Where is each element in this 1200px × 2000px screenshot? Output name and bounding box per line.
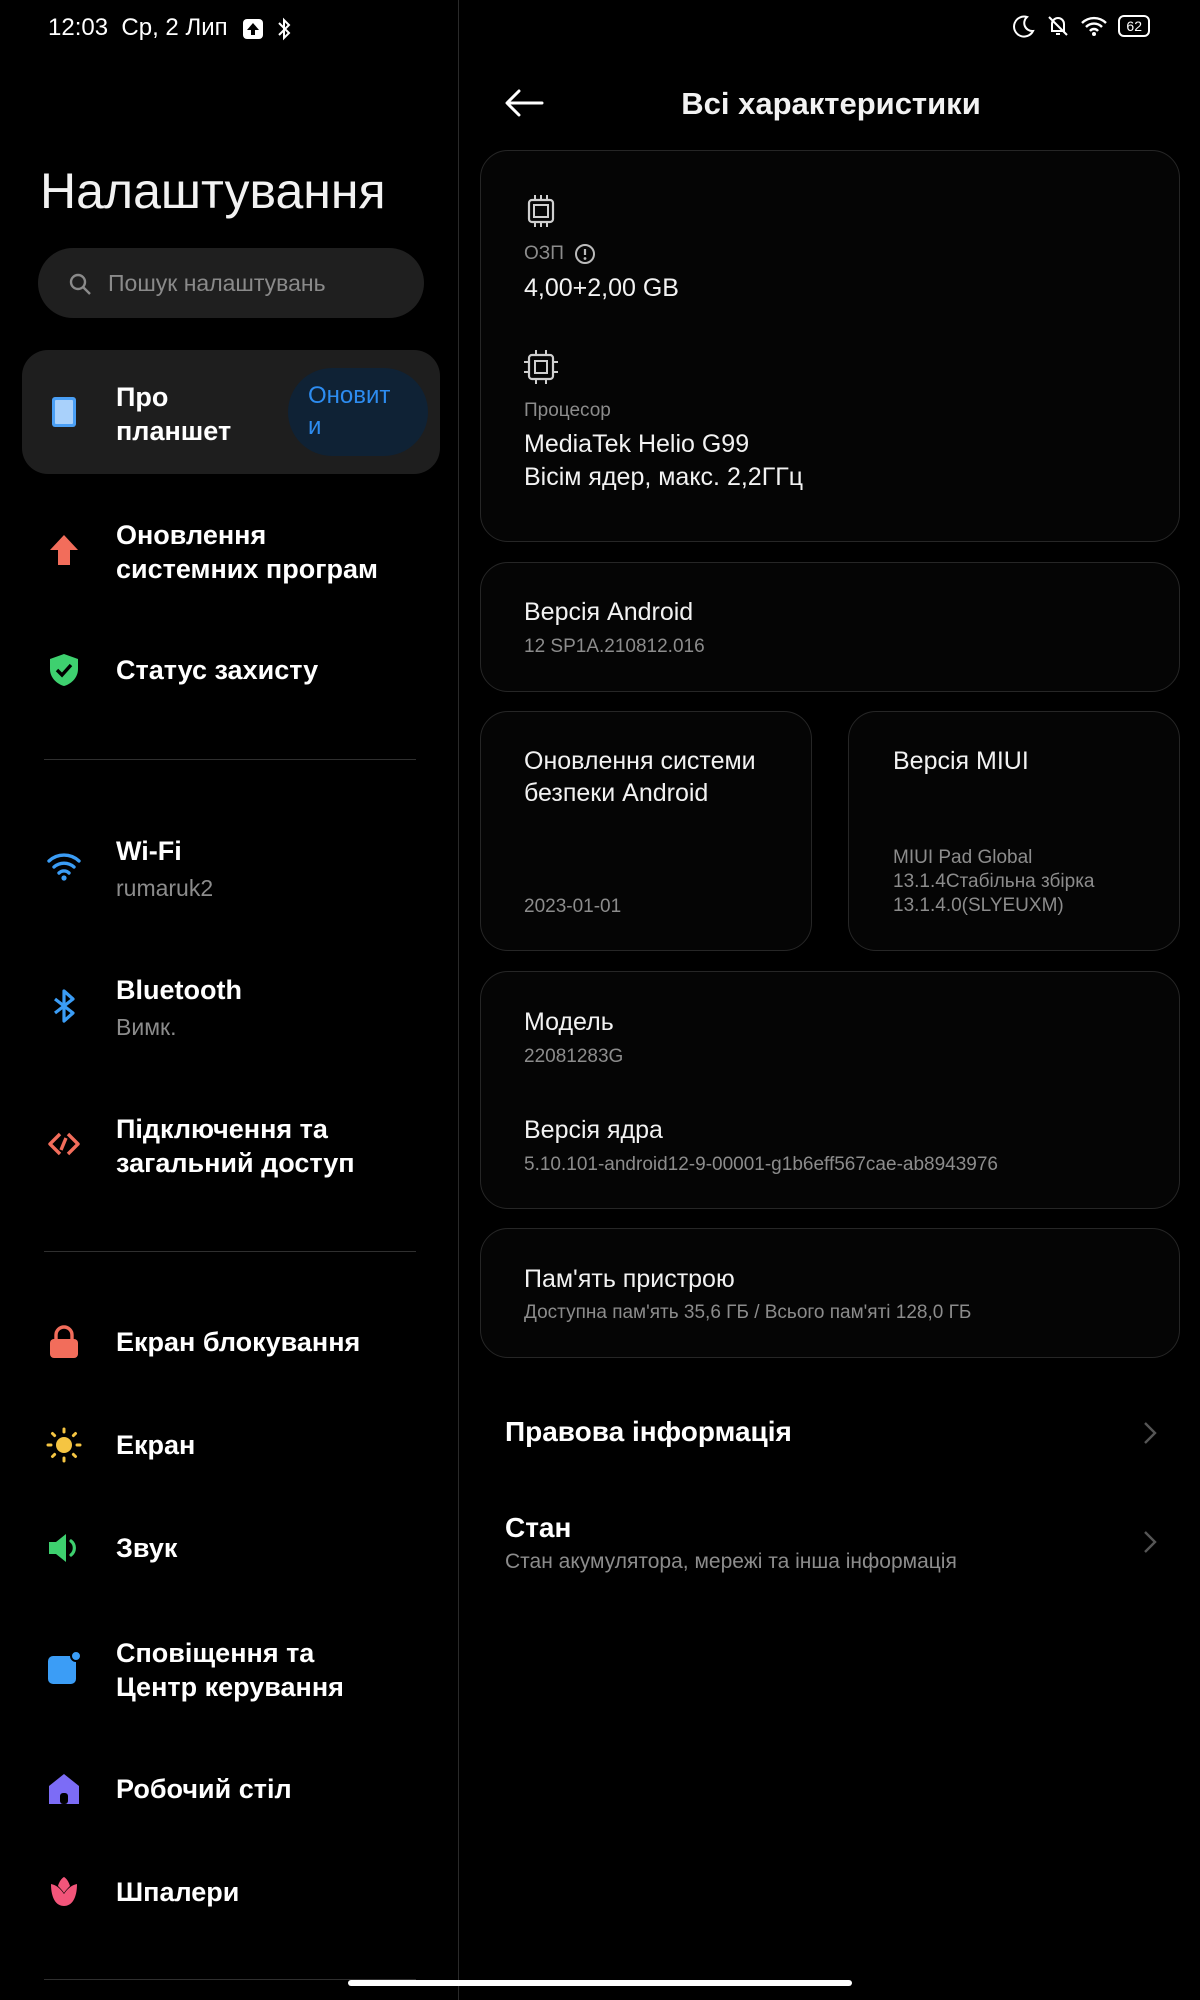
sidebar-item-display[interactable]: Екран: [116, 1428, 195, 1462]
speaker-icon: [49, 1534, 76, 1562]
status-date: Ср, 2 Лип: [121, 14, 228, 41]
sidebar-item-connection-sharing[interactable]: Підключення та загальний доступ: [116, 1112, 355, 1180]
sidebar-item-notifications[interactable]: Сповіщення та Центр керування: [116, 1636, 344, 1704]
sun-icon: [46, 1427, 82, 1463]
settings-title: Налаштування: [40, 163, 386, 219]
tulip-icon: [51, 1877, 77, 1906]
shield-check-icon: [50, 654, 78, 686]
bluetooth-icon: [54, 989, 75, 1023]
miui-version-value: MIUI Pad Global 13.1.4Стабільна збірка 1…: [893, 847, 1095, 916]
wifi-icon: [47, 853, 81, 881]
state-label: Стан: [505, 1512, 572, 1543]
sidebar-item-wifi[interactable]: Wi-Fi: [116, 834, 182, 868]
model-label: Модель: [524, 1008, 614, 1036]
ram-value: 4,00+2,00 GB: [524, 274, 679, 302]
divider: [44, 1251, 416, 1252]
dnd-moon-icon: [1013, 15, 1036, 38]
gesture-bar[interactable]: [348, 1980, 852, 1986]
bluetooth-status: Вимк.: [116, 1014, 177, 1040]
bluetooth-status-icon: [278, 17, 291, 41]
bell-off-icon: [1048, 16, 1069, 36]
sidebar-item-bluetooth[interactable]: Bluetooth: [116, 973, 242, 1007]
sidebar-item-app-updates[interactable]: Оновлення системних програм: [116, 518, 378, 586]
home-icon: [49, 1774, 79, 1804]
kernel-value: 5.10.101-android12-9-00001-g1b6eff567cae…: [524, 1154, 998, 1175]
sidebar-item-lock-screen[interactable]: Екран блокування: [116, 1325, 360, 1359]
kernel-label: Версія ядра: [524, 1116, 663, 1144]
tablet-icon: [52, 397, 76, 427]
update-badge[interactable]: Оновит и: [288, 368, 428, 456]
battery-indicator: 62: [1118, 15, 1150, 37]
chevron-right-icon: [1144, 1422, 1157, 1444]
cpu-label: Процесор: [524, 400, 611, 421]
legal-info-label: Правова інформація: [505, 1416, 792, 1447]
share-icon: [48, 1132, 80, 1156]
sidebar-item-home-screen[interactable]: Робочий стіл: [116, 1772, 292, 1806]
storage-label: Пам'ять пристрою: [524, 1265, 735, 1293]
notification-icon: [48, 1650, 82, 1684]
status-time: 12:03 Ср, 2 Лип: [48, 14, 228, 41]
info-icon[interactable]: [574, 243, 596, 265]
divider: [44, 759, 416, 760]
cpu-model: MediaTek Helio G99: [524, 430, 750, 458]
upload-icon: [243, 19, 263, 39]
sidebar-item-sound[interactable]: Звук: [116, 1531, 177, 1565]
search-placeholder: Пошук налаштувань: [108, 270, 326, 296]
ram-chip-icon: [527, 195, 555, 227]
state-row[interactable]: [480, 1494, 1180, 1590]
update-arrow-icon: [50, 535, 78, 565]
android-version-value: 12 SP1A.210812.016: [524, 636, 705, 657]
pane-divider: [458, 0, 459, 2000]
miui-version-label: Версія MIUI: [893, 747, 1029, 775]
security-update-label: Оновлення системи безпеки Android: [524, 747, 756, 807]
storage-value: Доступна пам'ять 35,6 ГБ / Всього пам'ят…: [524, 1302, 972, 1323]
page-title: Всі характеристики: [681, 86, 981, 121]
state-description: Стан акумулятора, мережі та інша інформа…: [505, 1550, 957, 1573]
sidebar-item-label: Про планшет: [116, 382, 232, 446]
chevron-right-icon: [1144, 1531, 1157, 1553]
security-update-value: 2023-01-01: [524, 896, 622, 917]
wifi-network-name: rumaruk2: [116, 875, 214, 901]
search-icon: [69, 273, 91, 295]
android-version-label: Версія Android: [524, 598, 694, 626]
sidebar-item-security-status[interactable]: Статус захисту: [116, 653, 318, 687]
model-value: 22081283G: [524, 1046, 624, 1067]
lock-icon: [50, 1325, 78, 1358]
wifi-status-icon: [1081, 16, 1108, 36]
sidebar-item-wallpaper[interactable]: Шпалери: [116, 1875, 239, 1909]
status-icons: 62: [1012, 14, 1150, 38]
cpu-cores: Вісім ядер, макс. 2,2ГГц: [524, 463, 804, 491]
ram-label: ОЗП: [524, 243, 564, 264]
cpu-chip-icon: [524, 350, 558, 384]
